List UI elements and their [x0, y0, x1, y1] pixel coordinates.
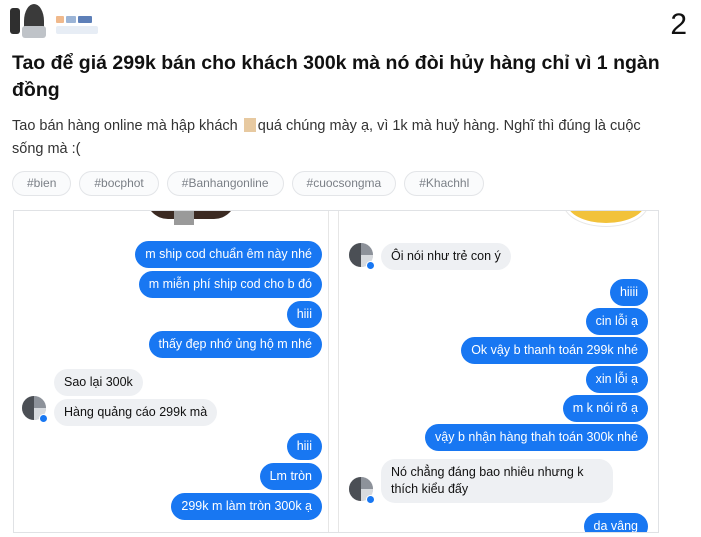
- message-incoming: Hàng quảng cáo 299k mà: [54, 399, 218, 426]
- author-meta-redacted: [56, 26, 98, 34]
- tag-khachhl[interactable]: #Khachhl: [404, 171, 485, 196]
- desc-text-start: Tao bán hàng online mà hập khách: [12, 118, 242, 134]
- message-outgoing: vậy b nhận hàng thah toán 300k nhé: [425, 424, 648, 451]
- message-incoming: Nó chẳng đáng bao nhiêu nhưng k thích ki…: [381, 459, 613, 503]
- message-outgoing: xin lỗi ạ: [585, 366, 648, 393]
- tag-list: #bien #bocphot #Banhangonline #cuocsongm…: [12, 171, 485, 196]
- message-outgoing: 299k m làm tròn 300k ạ: [171, 493, 322, 520]
- message-outgoing: m k nói rõ ạ: [562, 395, 648, 422]
- online-badge-icon: [366, 261, 375, 270]
- message-outgoing: m miễn phí ship cod cho b đó: [138, 271, 322, 298]
- message-incoming: Sao lại 300k: [54, 369, 143, 396]
- page-number: 2: [670, 8, 687, 41]
- message-outgoing: thấy đẹp nhớ ủng hộ m nhé: [148, 331, 322, 358]
- message-outgoing: Lm tròn: [259, 463, 322, 490]
- chat-panel-left: m ship cod chuẩn êm này nhé m miễn phí s…: [14, 211, 329, 532]
- post-author[interactable]: [10, 4, 100, 40]
- message-incoming: Ôi nói như trẻ con ý: [381, 243, 511, 270]
- tag-bocphot[interactable]: #bocphot: [79, 171, 159, 196]
- tag-cuocsongma[interactable]: #cuocsongma: [291, 171, 397, 196]
- message-outgoing: hiiii: [609, 279, 648, 306]
- post-title: Tao để giá 299k bán cho khách 300k mà nó…: [12, 52, 660, 101]
- online-badge-icon: [366, 495, 375, 504]
- sticker-partial: [567, 211, 645, 223]
- chat-panel-right: Ôi nói như trẻ con ý hiiii cin lỗi ạ Ok …: [338, 211, 658, 532]
- online-badge-icon: [39, 414, 48, 423]
- author-avatar[interactable]: [10, 4, 46, 38]
- tag-banhangonline[interactable]: #Banhangonline: [166, 171, 284, 196]
- redacted-word: [243, 118, 256, 132]
- chat-screenshot-image: m ship cod chuẩn êm này nhé m miễn phí s…: [13, 210, 659, 533]
- message-outgoing: hiii: [286, 433, 322, 460]
- message-outgoing: Ok vậy b thanh toán 299k nhé: [461, 337, 648, 364]
- post-description: Tao bán hàng online mà hập khách quá chú…: [12, 115, 662, 161]
- message-outgoing: da vâng: [583, 513, 648, 532]
- message-outgoing: cin lỗi ạ: [585, 308, 648, 335]
- message-outgoing: m ship cod chuẩn êm này nhé: [135, 241, 322, 268]
- sticker-partial-detail: [174, 211, 194, 225]
- tag-bien[interactable]: #bien: [12, 171, 72, 196]
- message-outgoing: hiii: [286, 301, 322, 328]
